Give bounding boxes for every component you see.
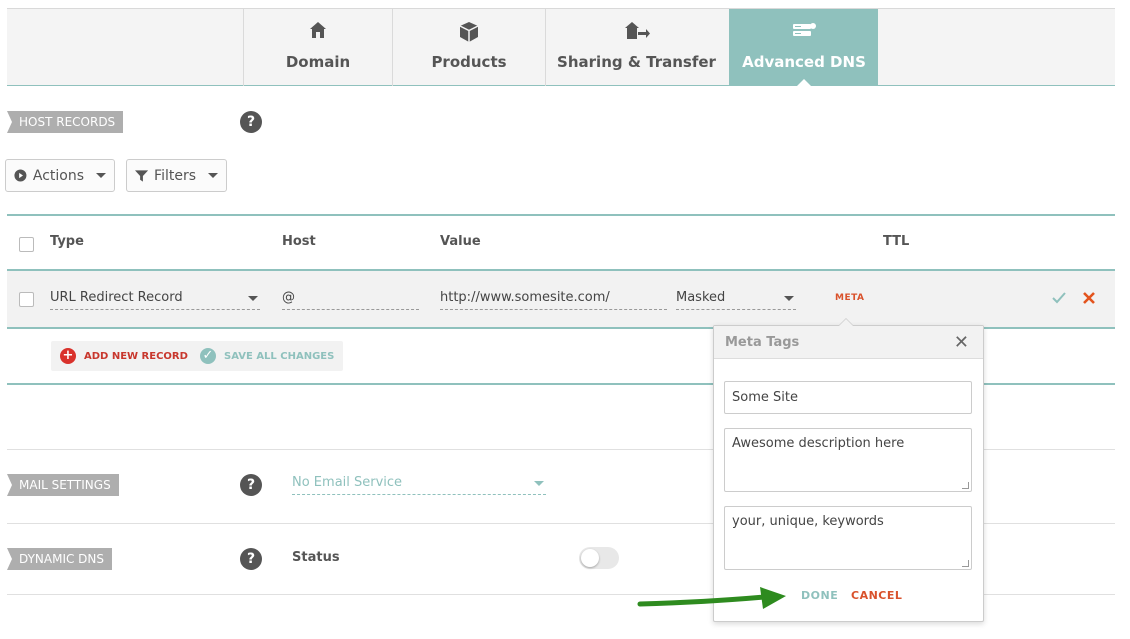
host-records-help-icon[interactable]: ? [240,111,262,133]
record-type-select[interactable]: URL Redirect Record [50,288,260,310]
chevron-down-icon [784,296,794,301]
meta-description-textarea[interactable]: Awesome description here [724,428,972,492]
check-circle-icon: ✓ [200,348,216,364]
meta-link[interactable]: META [835,293,865,303]
save-all-changes-button[interactable]: ✓ SAVE ALL CHANGES [191,341,344,371]
box-icon [459,22,479,42]
cancel-button[interactable]: CANCEL [851,589,902,602]
mail-settings-tag: MAIL SETTINGS [7,474,119,496]
mail-service-select[interactable]: No Email Service [292,473,546,495]
chevron-down-icon [248,296,258,301]
dynamic-dns-tag: DYNAMIC DNS [7,548,113,570]
dynamic-dns-toggle[interactable] [579,547,619,569]
tab-domain[interactable]: Domain [243,9,392,86]
close-icon[interactable]: ✕ [954,332,969,353]
mail-service-value: No Email Service [292,475,403,490]
column-type: Type [50,234,84,249]
value-text: http://www.somesite.com/ [440,290,610,305]
select-all-checkbox[interactable] [19,237,34,252]
host-records-tag: HOST RECORDS [7,111,124,133]
filters-label: Filters [154,167,196,184]
meta-keywords-textarea[interactable]: your, unique, keywords [724,506,972,570]
tab-domain-label: Domain [285,53,351,71]
home-transfer-icon [624,22,650,39]
redirect-mode-value: Masked [676,290,726,305]
value-input[interactable]: http://www.somesite.com/ [440,288,667,310]
filters-button[interactable]: Filters [126,159,227,192]
add-new-record-label: ADD NEW RECORD [84,350,188,362]
tab-advanced-dns[interactable]: Advanced DNS [729,9,878,87]
host-input[interactable]: @ [282,288,419,310]
tab-sharing-transfer[interactable]: Sharing & Transfer [545,9,727,86]
mail-settings-help-icon[interactable]: ? [240,474,262,496]
tab-bar: Domain Products Sharing & Transfer Advan… [7,8,1115,87]
popover-title: Meta Tags [725,335,800,350]
dynamic-dns-status-label: Status [292,550,340,565]
server-icon [793,23,816,36]
table-top-divider [7,214,1115,216]
delete-x-icon[interactable] [1082,291,1096,305]
tab-advanced-dns-label: Advanced DNS [742,53,866,71]
tab-products[interactable]: Products [392,9,545,86]
resize-handle-icon[interactable] [962,482,969,489]
tab-products-label: Products [431,53,507,71]
chevron-down-icon [208,173,218,178]
meta-title-input[interactable]: Some Site [724,381,972,414]
resize-handle-icon[interactable] [962,560,969,567]
dynamic-dns-help-icon[interactable]: ? [240,548,262,570]
save-all-changes-label: SAVE ALL CHANGES [224,350,335,362]
redirect-mode-select[interactable]: Masked [676,288,796,310]
meta-description-value: Awesome description here [732,436,905,451]
chevron-down-icon [96,173,106,178]
annotation-arrow-icon [637,587,786,609]
host-value: @ [282,290,295,305]
row-checkbox[interactable] [19,292,34,307]
play-circle-icon [14,169,27,182]
filter-icon [135,169,149,182]
column-ttl: TTL [883,234,910,249]
popover-header: Meta Tags ✕ [714,326,983,359]
column-value: Value [440,234,481,249]
home-icon [310,22,326,38]
column-host: Host [282,234,316,249]
tab-sharing-transfer-label: Sharing & Transfer [557,53,716,71]
meta-keywords-value: your, unique, keywords [732,514,884,529]
done-button[interactable]: DONE [801,589,838,602]
actions-button[interactable]: Actions [5,159,115,192]
chevron-down-icon [534,481,544,486]
meta-title-value: Some Site [732,390,798,405]
actions-label: Actions [32,167,84,184]
toggle-knob [581,549,599,567]
meta-tags-popover: Meta Tags ✕ Some Site Awesome descriptio… [713,318,984,622]
plus-circle-icon: + [60,348,76,364]
add-new-record-button[interactable]: + ADD NEW RECORD [51,341,197,371]
check-icon[interactable] [1052,292,1066,304]
record-type-value: URL Redirect Record [50,290,183,305]
